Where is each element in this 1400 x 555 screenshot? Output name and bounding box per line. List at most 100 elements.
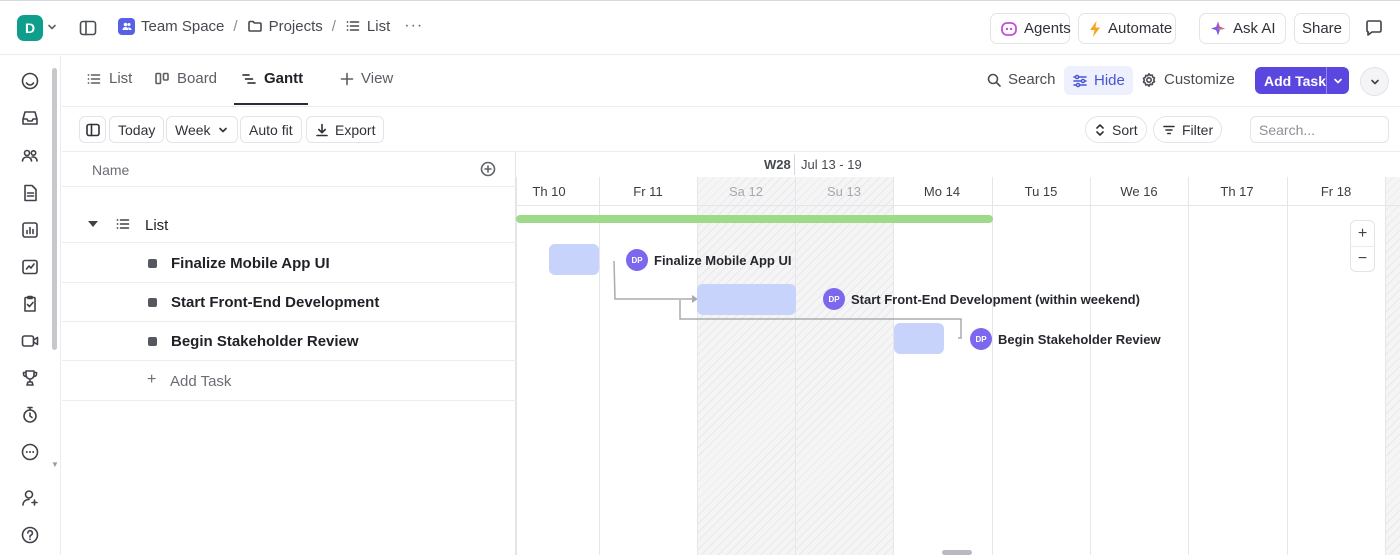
goals-icon[interactable]	[20, 368, 40, 388]
search-button[interactable]: Search	[986, 71, 1056, 88]
plus-icon: +	[147, 371, 157, 388]
invite-user-icon[interactable]	[20, 488, 40, 508]
task-bar-title: Finalize Mobile App UI	[654, 252, 792, 268]
tab-gantt[interactable]: Gantt	[241, 70, 303, 87]
agents-button[interactable]: Agents	[990, 13, 1071, 44]
breadcrumb-space-label: Team Space	[141, 17, 225, 35]
assignee-avatar[interactable]: DP	[823, 288, 845, 310]
ask-ai-label: Ask AI	[1233, 20, 1276, 37]
chevron-down-icon[interactable]	[1326, 67, 1349, 94]
breadcrumb-folder-label: Projects	[268, 17, 323, 35]
task-bar-title: Begin Stakeholder Review	[998, 331, 1161, 347]
timesheets-icon[interactable]	[20, 405, 40, 425]
zoom-in-button[interactable]: +	[1351, 221, 1374, 246]
add-column-icon[interactable]	[480, 161, 496, 177]
download-icon	[315, 123, 329, 137]
search-input[interactable]	[1250, 116, 1389, 143]
task-bar-title: Start Front-End Development (within week…	[851, 291, 1140, 307]
scale-select[interactable]: Week	[166, 116, 238, 143]
clips-icon[interactable]	[20, 331, 40, 351]
sidebar-toggle-icon	[85, 122, 101, 138]
chat-icon[interactable]	[1364, 18, 1384, 38]
breadcrumb-folder[interactable]: Projects	[247, 18, 323, 35]
today-button[interactable]: Today	[109, 116, 165, 143]
breadcrumb: Team Space / Projects / List ···	[118, 17, 423, 35]
task-status-icon[interactable]	[148, 337, 157, 346]
tab-list[interactable]: List	[86, 70, 132, 87]
docs-icon[interactable]	[20, 183, 40, 203]
tab-gantt-label: Gantt	[264, 70, 304, 87]
home-icon[interactable]	[20, 71, 40, 91]
export-button[interactable]: Export	[306, 116, 385, 143]
teams-icon[interactable]	[20, 146, 40, 166]
scroll-down-icon[interactable]: ▼	[51, 460, 59, 469]
task-name: Begin Stakeholder Review	[171, 333, 359, 350]
task-bar[interactable]	[697, 284, 796, 315]
zoom-control: + −	[1350, 220, 1375, 272]
search-icon	[986, 72, 1002, 88]
inbox-icon[interactable]	[20, 108, 40, 128]
more-icon[interactable]	[20, 442, 40, 462]
collapse-toolbar-button[interactable]	[1360, 67, 1389, 96]
sort-label: Sort	[1112, 121, 1138, 138]
add-task-row[interactable]: + Add Task	[62, 361, 516, 401]
share-button[interactable]: Share	[1294, 13, 1350, 44]
left-rail: ▼	[0, 56, 61, 555]
forms-icon[interactable]	[20, 294, 40, 314]
add-view-button[interactable]: View	[340, 70, 393, 87]
task-bar[interactable]	[894, 323, 944, 354]
breadcrumb-list-label: List	[366, 17, 391, 35]
task-row[interactable]: Finalize Mobile App UI	[62, 244, 516, 283]
list-icon	[86, 71, 102, 87]
hide-button[interactable]: Hide	[1064, 66, 1133, 95]
group-name: List	[145, 217, 169, 234]
assignee-avatar[interactable]: DP	[970, 328, 992, 350]
more-options-icon[interactable]: ···	[404, 17, 423, 35]
sidebar-toggle-icon[interactable]	[78, 18, 98, 38]
search-label: Search	[1008, 71, 1056, 88]
dashboards-icon[interactable]	[20, 220, 40, 240]
list-group-row[interactable]: List	[62, 206, 516, 243]
folder-icon	[247, 18, 263, 34]
horizontal-scrollbar[interactable]	[942, 550, 972, 555]
customize-button[interactable]: Customize	[1141, 71, 1235, 88]
sort-button[interactable]: Sort	[1085, 116, 1147, 143]
team-space-icon	[118, 17, 135, 35]
add-task-button[interactable]: Add Task	[1255, 67, 1349, 94]
rail-scrollbar[interactable]	[52, 68, 57, 350]
breadcrumb-list[interactable]: List	[345, 18, 390, 35]
ask-ai-button[interactable]: Ask AI	[1199, 13, 1286, 44]
task-bar[interactable]	[549, 244, 599, 275]
zoom-out-button[interactable]: −	[1351, 246, 1374, 271]
toggle-task-panel-button[interactable]	[79, 116, 106, 143]
task-name: Start Front-End Development	[171, 294, 380, 311]
add-task-label: Add Task	[170, 373, 232, 390]
task-bar-label[interactable]: DP Finalize Mobile App UI	[626, 249, 791, 271]
list-icon	[345, 18, 361, 34]
breadcrumb-separator: /	[233, 17, 238, 35]
task-bar-label[interactable]: DP Start Front-End Development (within w…	[823, 288, 1140, 310]
task-row[interactable]: Start Front-End Development	[62, 283, 516, 322]
automate-button[interactable]: Automate	[1078, 13, 1176, 44]
workspace-avatar[interactable]: D	[17, 15, 43, 41]
assignee-avatar[interactable]: DP	[626, 249, 648, 271]
chevron-down-icon[interactable]	[46, 21, 58, 33]
task-status-icon[interactable]	[148, 298, 157, 307]
filter-icon	[1162, 123, 1176, 137]
dependency-lines	[613, 260, 962, 339]
gantt-icon	[241, 71, 257, 87]
tab-board-label: Board	[177, 70, 218, 87]
help-icon[interactable]	[20, 525, 40, 545]
collapse-caret-icon[interactable]	[88, 221, 98, 227]
task-status-icon[interactable]	[148, 259, 157, 268]
tab-board[interactable]: Board	[154, 70, 217, 87]
customize-label: Customize	[1164, 71, 1235, 88]
task-bar-label[interactable]: DP Begin Stakeholder Review	[970, 328, 1161, 350]
top-bar: D Team Space / Projects / List ··· Agent…	[0, 0, 1400, 55]
name-column-header[interactable]: Name	[92, 162, 129, 178]
breadcrumb-space[interactable]: Team Space	[118, 17, 225, 35]
filter-button[interactable]: Filter	[1153, 116, 1223, 143]
whiteboards-icon[interactable]	[20, 257, 40, 277]
task-row[interactable]: Begin Stakeholder Review	[62, 322, 516, 361]
auto-fit-button[interactable]: Auto fit	[240, 116, 302, 143]
